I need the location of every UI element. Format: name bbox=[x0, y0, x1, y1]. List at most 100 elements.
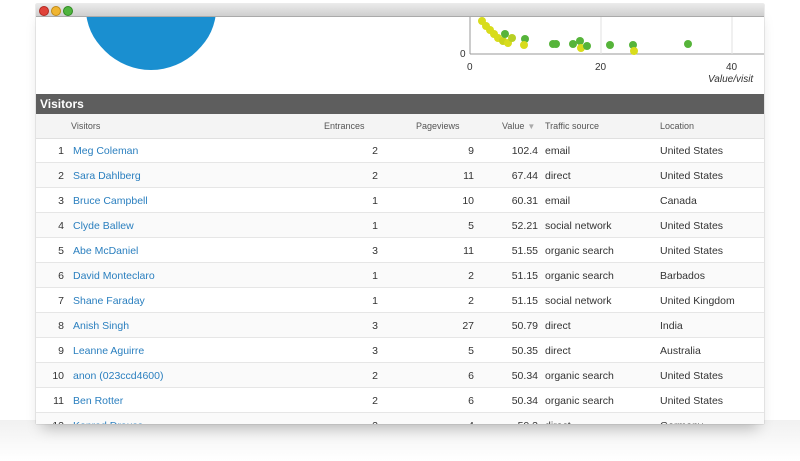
visitor-name-link[interactable]: Konrad Drauss bbox=[73, 420, 143, 424]
visitor-name-link[interactable]: Anish Singh bbox=[73, 320, 129, 332]
table-row[interactable]: 8 Anish Singh 3 27 50.79 direct India bbox=[36, 313, 764, 338]
scatter-point[interactable] bbox=[508, 34, 516, 42]
location-cell: United States bbox=[660, 170, 724, 182]
visitor-name-link[interactable]: David Monteclaro bbox=[73, 270, 155, 282]
scatter-point[interactable] bbox=[583, 42, 591, 50]
location-cell: United States bbox=[660, 395, 724, 407]
value-cell: 102.4 bbox=[511, 145, 538, 157]
pageviews-cell: 4 bbox=[424, 420, 474, 424]
location-cell: United Kingdom bbox=[660, 295, 735, 307]
sort-down-icon: ▼ bbox=[527, 122, 536, 131]
col-traffic-source[interactable]: Traffic source bbox=[545, 121, 599, 131]
scatter-x-tick-40: 40 bbox=[726, 62, 738, 73]
table-row[interactable]: 4 Clyde Ballew 1 5 52.21 social network United… bbox=[36, 213, 764, 238]
table-row[interactable]: 10 anon (023ccd4600) 2 6 50.34 organic search… bbox=[36, 363, 764, 388]
scatter-x-tick-20: 20 bbox=[595, 62, 607, 73]
traffic-source-cell: organic search bbox=[545, 395, 614, 407]
scatter-point[interactable] bbox=[606, 41, 614, 49]
pageviews-cell: 5 bbox=[468, 345, 474, 357]
col-value[interactable]: Value ▼ bbox=[502, 121, 535, 131]
table-row[interactable]: 1 Meg Coleman 2 9 102.4 email United States bbox=[36, 138, 764, 163]
visitor-name-link[interactable]: Sara Dahlberg bbox=[73, 170, 141, 182]
scatter-point[interactable] bbox=[569, 40, 577, 48]
scatter-point[interactable] bbox=[576, 37, 584, 45]
table-row[interactable]: 5 Abe McDaniel 3 11 51.55 organic search Unite… bbox=[36, 238, 764, 263]
chart-area: 0 0 20 40 Value/visit bbox=[36, 4, 764, 93]
row-index: 5 bbox=[58, 245, 64, 257]
visitor-name-link[interactable]: Bruce Campbell bbox=[73, 195, 148, 207]
traffic-source-cell: social network bbox=[545, 220, 612, 232]
entrances-cell: 2 bbox=[372, 370, 378, 382]
pageviews-cell: 27 bbox=[462, 320, 474, 332]
scatter-x-tick-0: 0 bbox=[467, 62, 473, 73]
value-cell: 50.35 bbox=[511, 345, 538, 357]
traffic-source-cell: social network bbox=[545, 295, 612, 307]
row-index: 12 bbox=[36, 420, 64, 424]
location-cell: Germany bbox=[660, 420, 703, 424]
visitors-section-header: Visitors bbox=[36, 94, 764, 114]
entrances-cell: 2 bbox=[372, 145, 378, 157]
scatter-point[interactable] bbox=[501, 30, 509, 38]
scatter-x-axis-label: Value/visit bbox=[708, 74, 754, 85]
table-row[interactable]: 7 Shane Faraday 1 2 51.15 social network Unite… bbox=[36, 288, 764, 313]
location-cell: Canada bbox=[660, 195, 697, 207]
table-row[interactable]: 6 David Monteclaro 1 2 51.15 organic search Ba… bbox=[36, 263, 764, 288]
pageviews-cell: 10 bbox=[462, 195, 474, 207]
table-row[interactable]: 12 Konrad Drauss 2 4 50.3 direct Germany bbox=[36, 413, 764, 424]
table-row[interactable]: 9 Leanne Aguirre 3 5 50.35 direct Australia bbox=[36, 338, 764, 363]
window-reflection bbox=[0, 420, 800, 461]
value-cell: 52.21 bbox=[511, 220, 538, 232]
table-row[interactable]: 3 Bruce Campbell 1 10 60.31 email Canada bbox=[36, 188, 764, 213]
table-row[interactable]: 11 Ben Rotter 2 6 50.34 organic search United … bbox=[36, 388, 764, 413]
value-cell: 51.15 bbox=[511, 295, 538, 307]
col-entrances[interactable]: Entrances bbox=[324, 121, 365, 131]
scatter-point[interactable] bbox=[552, 40, 560, 48]
col-location[interactable]: Location bbox=[660, 121, 694, 131]
scatter-point[interactable] bbox=[520, 41, 528, 49]
traffic-source-cell: organic search bbox=[545, 245, 614, 257]
col-value-label: Value bbox=[502, 121, 525, 131]
zoom-window-button[interactable] bbox=[63, 6, 73, 16]
scatter-point[interactable] bbox=[684, 40, 692, 48]
visitor-name-link[interactable]: anon (023ccd4600) bbox=[73, 370, 164, 382]
row-index: 1 bbox=[58, 145, 64, 157]
col-pageviews[interactable]: Pageviews bbox=[416, 121, 460, 131]
row-index: 8 bbox=[58, 320, 64, 332]
visitor-name-link[interactable]: Clyde Ballew bbox=[73, 220, 134, 232]
pageviews-cell: 2 bbox=[468, 295, 474, 307]
visitor-name-link[interactable]: Shane Faraday bbox=[73, 295, 145, 307]
visitor-name-link[interactable]: Ben Rotter bbox=[73, 395, 123, 407]
charts-svg: 0 0 20 40 Value/visit bbox=[86, 4, 764, 85]
pie-chart-body[interactable] bbox=[86, 4, 216, 68]
value-cell: 50.79 bbox=[511, 320, 538, 332]
table-row[interactable]: 2 Sara Dahlberg 2 11 67.44 direct United State… bbox=[36, 163, 764, 188]
scatter-points bbox=[478, 17, 692, 55]
location-cell: United States bbox=[660, 370, 724, 382]
entrances-cell: 1 bbox=[372, 195, 378, 207]
visitor-name-link[interactable]: Leanne Aguirre bbox=[73, 345, 144, 357]
traffic-source-cell: email bbox=[545, 195, 571, 207]
value-cell: 51.15 bbox=[511, 270, 538, 282]
location-cell: United States bbox=[660, 220, 724, 232]
col-visitors[interactable]: Visitors bbox=[71, 121, 100, 131]
scatter-point[interactable] bbox=[630, 47, 638, 55]
close-window-button[interactable] bbox=[39, 6, 49, 16]
pageviews-cell: 5 bbox=[468, 220, 474, 232]
visitor-name-link[interactable]: Abe McDaniel bbox=[73, 245, 138, 257]
location-cell: Australia bbox=[660, 345, 701, 357]
entrances-cell: 1 bbox=[372, 270, 378, 282]
traffic-source-cell: organic search bbox=[545, 270, 614, 282]
visitors-table-body: 1 Meg Coleman 2 9 102.4 email United States 2 Sa… bbox=[36, 138, 764, 424]
pageviews-cell: 6 bbox=[468, 370, 474, 382]
entrances-cell: 1 bbox=[372, 295, 378, 307]
visitor-name-link[interactable]: Meg Coleman bbox=[73, 145, 138, 157]
row-index: 9 bbox=[58, 345, 64, 357]
row-index: 3 bbox=[58, 195, 64, 207]
scatter-y-tick-0: 0 bbox=[460, 49, 466, 60]
traffic-source-cell: direct bbox=[545, 420, 571, 424]
minimize-window-button[interactable] bbox=[51, 6, 61, 16]
location-cell: United States bbox=[660, 245, 724, 257]
value-cell: 51.55 bbox=[511, 245, 538, 257]
value-cell: 67.44 bbox=[511, 170, 538, 182]
value-cell: 50.34 bbox=[511, 395, 538, 407]
